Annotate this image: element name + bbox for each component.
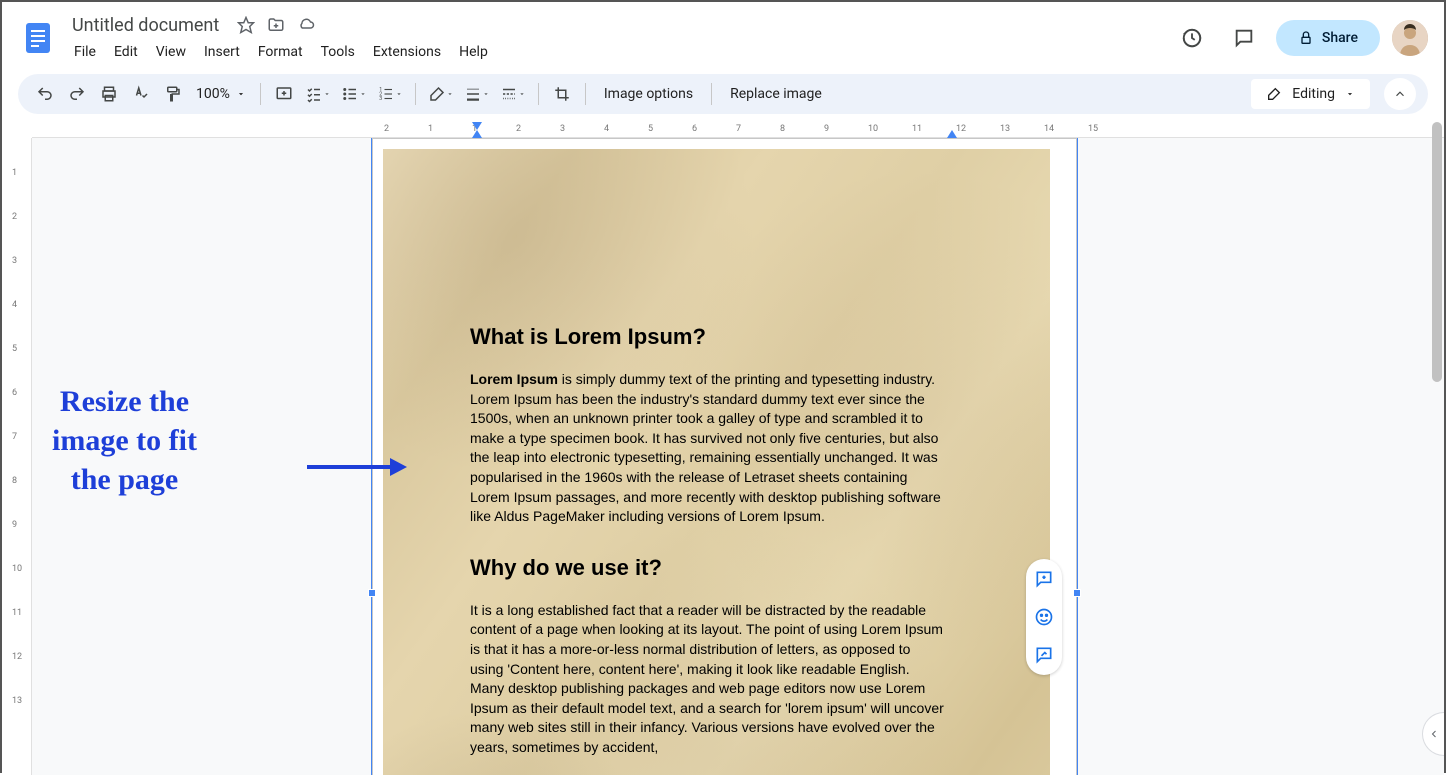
crop-button[interactable] [547, 79, 577, 109]
svg-text:3: 3 [379, 96, 382, 102]
share-label: Share [1322, 30, 1358, 46]
resize-handle-right[interactable] [1073, 589, 1081, 597]
chevron-down-icon [518, 90, 526, 98]
document-viewport[interactable]: What is Lorem Ipsum? Lorem Ipsum is simp… [32, 138, 1444, 775]
document-content: What is Lorem Ipsum? Lorem Ipsum is simp… [470, 324, 945, 775]
suggest-edits-button[interactable] [1030, 641, 1058, 669]
separator [585, 83, 586, 105]
page[interactable]: What is Lorem Ipsum? Lorem Ipsum is simp… [372, 138, 1077, 775]
menu-tools[interactable]: Tools [313, 40, 363, 64]
menu-file[interactable]: File [66, 40, 104, 64]
share-button[interactable]: Share [1276, 20, 1380, 56]
move-icon[interactable] [267, 16, 285, 34]
toolbar: 100% 123 Image options Replace image Edi… [18, 74, 1428, 114]
menu-extensions[interactable]: Extensions [365, 40, 449, 64]
title-area: Untitled document File Edit View Insert … [66, 13, 1172, 64]
menu-insert[interactable]: Insert [196, 40, 248, 64]
image-options-button[interactable]: Image options [594, 86, 703, 102]
canvas-area: 21123456789101112131415 1234567891011121… [2, 122, 1444, 775]
bulleted-list-button[interactable] [337, 79, 371, 109]
zoom-selector[interactable]: 100% [190, 86, 252, 102]
horizontal-ruler[interactable]: 21123456789101112131415 [32, 122, 1444, 138]
zoom-value: 100% [196, 86, 230, 102]
cloud-status-icon[interactable] [297, 16, 315, 34]
chevron-down-icon [323, 90, 331, 98]
undo-button[interactable] [30, 79, 60, 109]
separator [711, 83, 712, 105]
menu-format[interactable]: Format [250, 40, 311, 64]
chevron-down-icon [395, 90, 403, 98]
side-actions [1026, 559, 1062, 675]
resize-handle-left[interactable] [368, 589, 376, 597]
heading-2[interactable]: Why do we use it? [470, 555, 945, 581]
avatar[interactable] [1392, 20, 1428, 56]
chevron-down-icon [446, 90, 454, 98]
history-icon[interactable] [1172, 18, 1212, 58]
pencil-icon [1266, 86, 1282, 102]
checklist-button[interactable] [301, 79, 335, 109]
collapse-toolbar-button[interactable] [1384, 78, 1416, 110]
border-dash-button[interactable] [496, 79, 530, 109]
separator [260, 83, 261, 105]
heading-1[interactable]: What is Lorem Ipsum? [470, 324, 945, 350]
replace-image-button[interactable]: Replace image [720, 86, 832, 102]
redo-button[interactable] [62, 79, 92, 109]
comments-icon[interactable] [1224, 18, 1264, 58]
chevron-down-icon [482, 90, 490, 98]
menu-view[interactable]: View [148, 40, 194, 64]
editing-mode-button[interactable]: Editing [1251, 79, 1370, 109]
lock-icon [1298, 30, 1314, 46]
paint-format-button[interactable] [158, 79, 188, 109]
editing-label: Editing [1292, 86, 1335, 102]
docs-logo[interactable] [18, 18, 58, 58]
separator [538, 83, 539, 105]
app-header: Untitled document File Edit View Insert … [2, 2, 1444, 66]
chevron-down-icon [236, 89, 246, 99]
menu-bar: File Edit View Insert Format Tools Exten… [66, 40, 1172, 64]
add-comment-button[interactable] [1030, 565, 1058, 593]
print-button[interactable] [94, 79, 124, 109]
border-weight-button[interactable] [460, 79, 494, 109]
spellcheck-button[interactable] [126, 79, 156, 109]
paragraph-1[interactable]: Lorem Ipsum is simply dummy text of the … [470, 370, 945, 527]
vertical-ruler[interactable]: 12345678910111213 [2, 138, 32, 775]
menu-edit[interactable]: Edit [106, 40, 146, 64]
vertical-scrollbar[interactable] [1432, 122, 1442, 762]
separator [415, 83, 416, 105]
star-icon[interactable] [237, 16, 255, 34]
chevron-down-icon [1345, 89, 1355, 99]
scrollbar-thumb[interactable] [1432, 122, 1442, 382]
insert-comment-button[interactable] [269, 79, 299, 109]
document-title[interactable]: Untitled document [66, 13, 225, 38]
border-color-button[interactable] [424, 79, 458, 109]
paragraph-2[interactable]: It is a long established fact that a rea… [470, 601, 945, 758]
add-emoji-button[interactable] [1030, 603, 1058, 631]
header-right: Share [1172, 18, 1428, 58]
menu-help[interactable]: Help [451, 40, 496, 64]
numbered-list-button[interactable]: 123 [373, 79, 407, 109]
chevron-down-icon [359, 90, 367, 98]
